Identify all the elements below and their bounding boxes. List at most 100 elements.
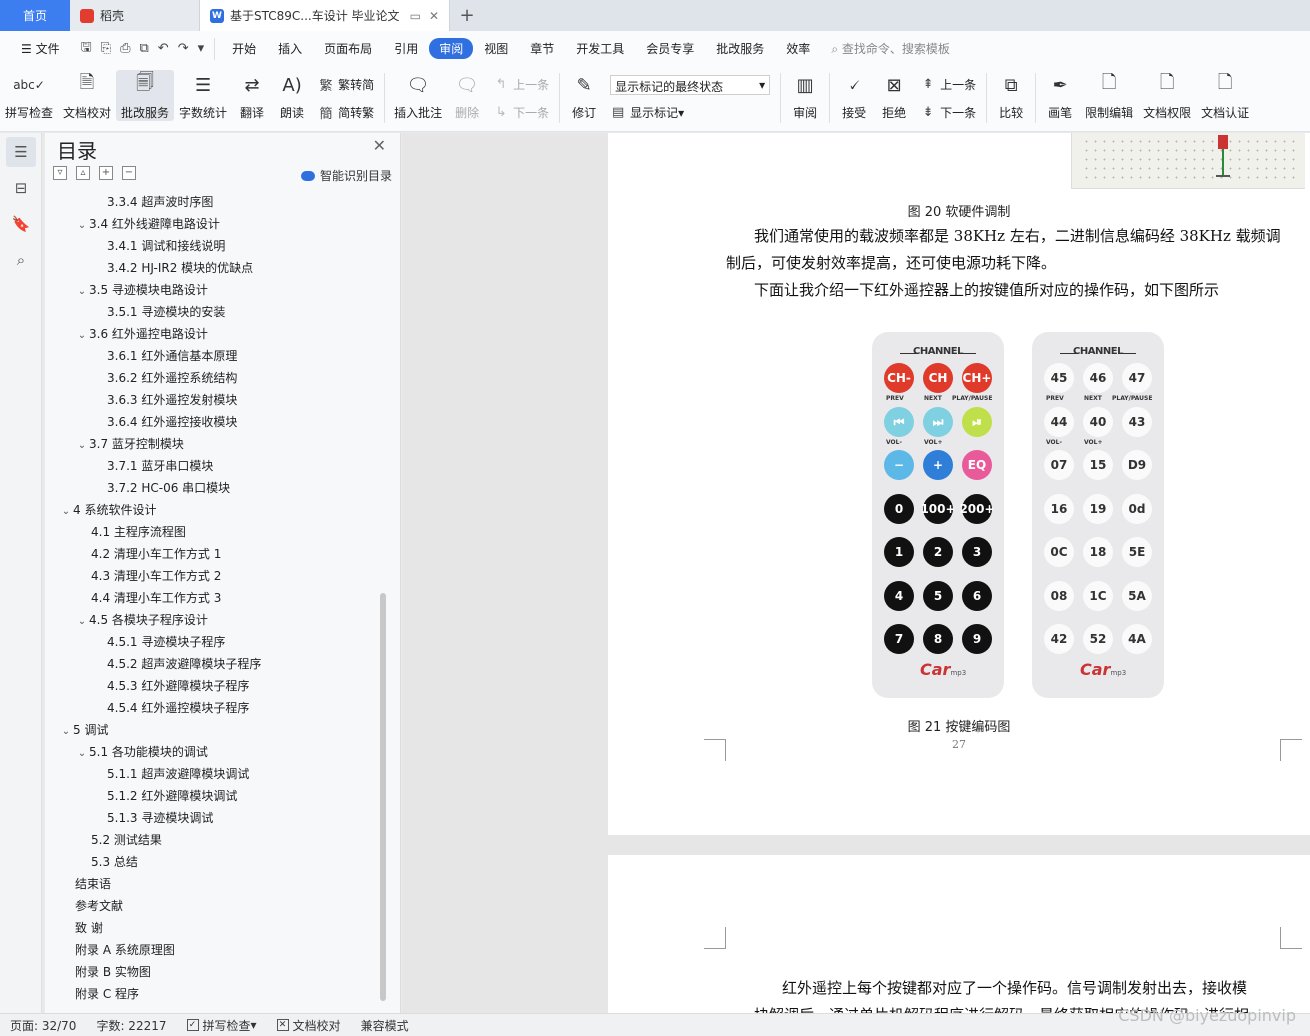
toc-item[interactable]: ⌄ 4.5 各模块子程序设计	[49, 609, 379, 631]
toc-item[interactable]: 附录 A 系统原理图	[49, 939, 379, 961]
accept-button[interactable]: 🗸 接受	[834, 70, 874, 121]
chevron-down-icon[interactable]: ⌄	[59, 721, 73, 743]
next-change-button[interactable]: ⇟ 下一条	[920, 104, 976, 121]
prev-comment-button[interactable]: ↰ 上一条	[493, 76, 549, 93]
toc-item[interactable]: 3.6.1 红外通信基本原理	[49, 345, 379, 367]
close-icon[interactable]: ✕	[373, 136, 386, 155]
toc-item[interactable]: 4.5.1 寻迹模块子程序	[49, 631, 379, 653]
toc-item[interactable]: 4.1 主程序流程图	[49, 521, 379, 543]
toc-item[interactable]: 3.3.4 超声波时序图	[49, 191, 379, 213]
chevron-down-icon[interactable]: ⌄	[59, 501, 73, 523]
menu-efficiency[interactable]: 效率	[775, 40, 821, 57]
menu-revise-service[interactable]: 批改服务	[705, 40, 775, 57]
revise-service-button[interactable]: 🗐 批改服务	[116, 70, 175, 121]
toc-item[interactable]: ⌄ 3.4 红外线避障电路设计	[49, 213, 379, 235]
spell-check-button[interactable]: abc✓ 拼写检查	[0, 70, 58, 121]
trad-to-simp-button[interactable]: 繁繁转简	[318, 75, 375, 94]
chevron-down-icon[interactable]: ⌄	[75, 325, 89, 347]
toc-item[interactable]: ⌄ 5 调试	[49, 719, 379, 741]
bookmark-icon[interactable]: 🔖	[6, 209, 36, 239]
toc-scrollbar[interactable]	[380, 593, 386, 1001]
chapter-icon[interactable]: ⊟	[6, 173, 36, 203]
preview-icon[interactable]: ⧉	[140, 41, 149, 56]
toc-item[interactable]: 4.5.4 红外遥控模块子程序	[49, 697, 379, 719]
add-tab-button[interactable]: +	[450, 0, 484, 31]
menu-view[interactable]: 视图	[473, 40, 519, 57]
toc-item[interactable]: 结束语	[49, 873, 379, 895]
tab-document[interactable]: W 基于STC89C...车设计 毕业论文 ▭ ✕	[200, 0, 450, 31]
chevron-down-icon[interactable]: ⌄	[75, 611, 89, 633]
toc-item[interactable]: 4.5.2 超声波避障模块子程序	[49, 653, 379, 675]
word-count-button[interactable]: ☰ 字数统计	[174, 70, 232, 121]
doc-check-toggle[interactable]: ✕ 文档校对	[276, 1017, 341, 1034]
toc-item[interactable]: ⌄ 4 系统软件设计	[49, 499, 379, 521]
prev-change-button[interactable]: ⇞ 上一条	[920, 76, 976, 93]
page-indicator[interactable]: 页面: 32/70	[10, 1017, 76, 1034]
menu-file[interactable]: ☰ 文件	[10, 40, 71, 57]
toc-item[interactable]: 3.6.4 红外遥控接收模块	[49, 411, 379, 433]
toc-item[interactable]: 4.4 清理小车工作方式 3	[49, 587, 379, 609]
toc-icon[interactable]: ☰	[6, 137, 36, 167]
delete-comment-button[interactable]: 🗨 删除	[447, 70, 487, 121]
save-icon[interactable]: 🖫	[81, 38, 92, 60]
reject-button[interactable]: ⊠ 拒绝	[874, 70, 914, 121]
tab-docer[interactable]: 稻壳	[70, 0, 200, 31]
word-count[interactable]: 字数: 22217	[96, 1017, 166, 1034]
chevron-down-icon[interactable]: ⌄	[75, 435, 89, 457]
toc-item[interactable]: 附录 C 程序	[49, 983, 379, 1005]
toc-item[interactable]: 5.1.1 超声波避障模块调试	[49, 763, 379, 785]
menu-member[interactable]: 会员专享	[635, 40, 705, 57]
toc-item[interactable]: ⌄ 3.5 寻迹模块电路设计	[49, 279, 379, 301]
toc-item[interactable]: 5.1.3 寻迹模块调试	[49, 807, 379, 829]
toc-item[interactable]: ⌄ 3.7 蓝牙控制模块	[49, 433, 379, 455]
command-search[interactable]: ⌕ 查找命令、搜索模板	[831, 40, 950, 57]
add-icon[interactable]: +	[99, 166, 113, 180]
close-icon[interactable]: ✕	[429, 9, 439, 23]
toc-item[interactable]: 4.5.3 红外避障模块子程序	[49, 675, 379, 697]
toc-item[interactable]: 3.4.2 HJ-IR2 模块的优缺点	[49, 257, 379, 279]
menu-review[interactable]: 审阅	[429, 38, 474, 59]
toc-item[interactable]: 5.1.2 红外避障模块调试	[49, 785, 379, 807]
undo-icon[interactable]: ↶	[158, 41, 169, 56]
insert-comment-button[interactable]: 🗨 插入批注	[389, 70, 447, 121]
toc-item[interactable]: 3.5.1 寻迹模块的安装	[49, 301, 379, 323]
menu-start[interactable]: 开始	[221, 40, 267, 57]
pen-button[interactable]: ✒ 画笔	[1040, 70, 1080, 121]
toc-item[interactable]: 5.2 测试结果	[49, 829, 379, 851]
print-icon[interactable]: ⎙	[120, 41, 130, 56]
search-icon[interactable]: ⌕	[6, 245, 36, 275]
doc-auth-button[interactable]: 🗋 文档认证	[1196, 70, 1254, 121]
chevron-down-icon[interactable]: ⌄	[75, 281, 89, 303]
read-aloud-button[interactable]: A) 朗读	[272, 70, 312, 121]
markup-state-select[interactable]: 显示标记的最终状态 ▾	[610, 74, 771, 95]
doc-rights-button[interactable]: 🗋 文档权限	[1138, 70, 1196, 121]
track-changes-button[interactable]: ✎ 修订	[564, 70, 604, 121]
translate-button[interactable]: ⇄ 翻译	[232, 70, 272, 121]
restrict-edit-button[interactable]: 🗋 限制编辑	[1080, 70, 1138, 121]
spell-check-toggle[interactable]: ✓ 拼写检查 ▾	[186, 1017, 257, 1034]
menu-references[interactable]: 引用	[383, 40, 429, 57]
toc-item[interactable]: ⌄ 3.6 红外遥控电路设计	[49, 323, 379, 345]
collapse-all-icon[interactable]: ▿	[53, 166, 67, 180]
menu-layout[interactable]: 页面布局	[313, 40, 383, 57]
toc-item[interactable]: 5.3 总结	[49, 851, 379, 873]
expand-all-icon[interactable]: ▵	[76, 166, 90, 180]
menu-devtools[interactable]: 开发工具	[565, 40, 635, 57]
toc-item[interactable]: 3.7.1 蓝牙串口模块	[49, 455, 379, 477]
export-icon[interactable]: ⎘	[101, 41, 111, 56]
redo-icon[interactable]: ↷	[178, 41, 189, 56]
doc-check-button[interactable]: 🗎 文档校对	[58, 70, 116, 121]
toc-item[interactable]: 3.4.1 调试和接线说明	[49, 235, 379, 257]
toc-item[interactable]: 参考文献	[49, 895, 379, 917]
smart-toc-button[interactable]: 智能识别目录	[300, 167, 392, 184]
chevron-down-icon[interactable]: ⌄	[75, 743, 89, 765]
simp-to-trad-button[interactable]: 簡简转繁	[318, 103, 375, 122]
toc-item[interactable]: 附录 B 实物图	[49, 961, 379, 983]
toc-item[interactable]: ⌄ 5.1 各功能模块的调试	[49, 741, 379, 763]
next-comment-button[interactable]: ↳ 下一条	[493, 104, 549, 121]
menu-insert[interactable]: 插入	[267, 40, 313, 57]
toc-item[interactable]: 4.2 清理小车工作方式 1	[49, 543, 379, 565]
chevron-down-icon[interactable]: ▾	[198, 41, 205, 56]
window-icon[interactable]: ▭	[410, 9, 421, 23]
show-markup-button[interactable]: ▤ 显示标记 ▾	[610, 104, 770, 121]
